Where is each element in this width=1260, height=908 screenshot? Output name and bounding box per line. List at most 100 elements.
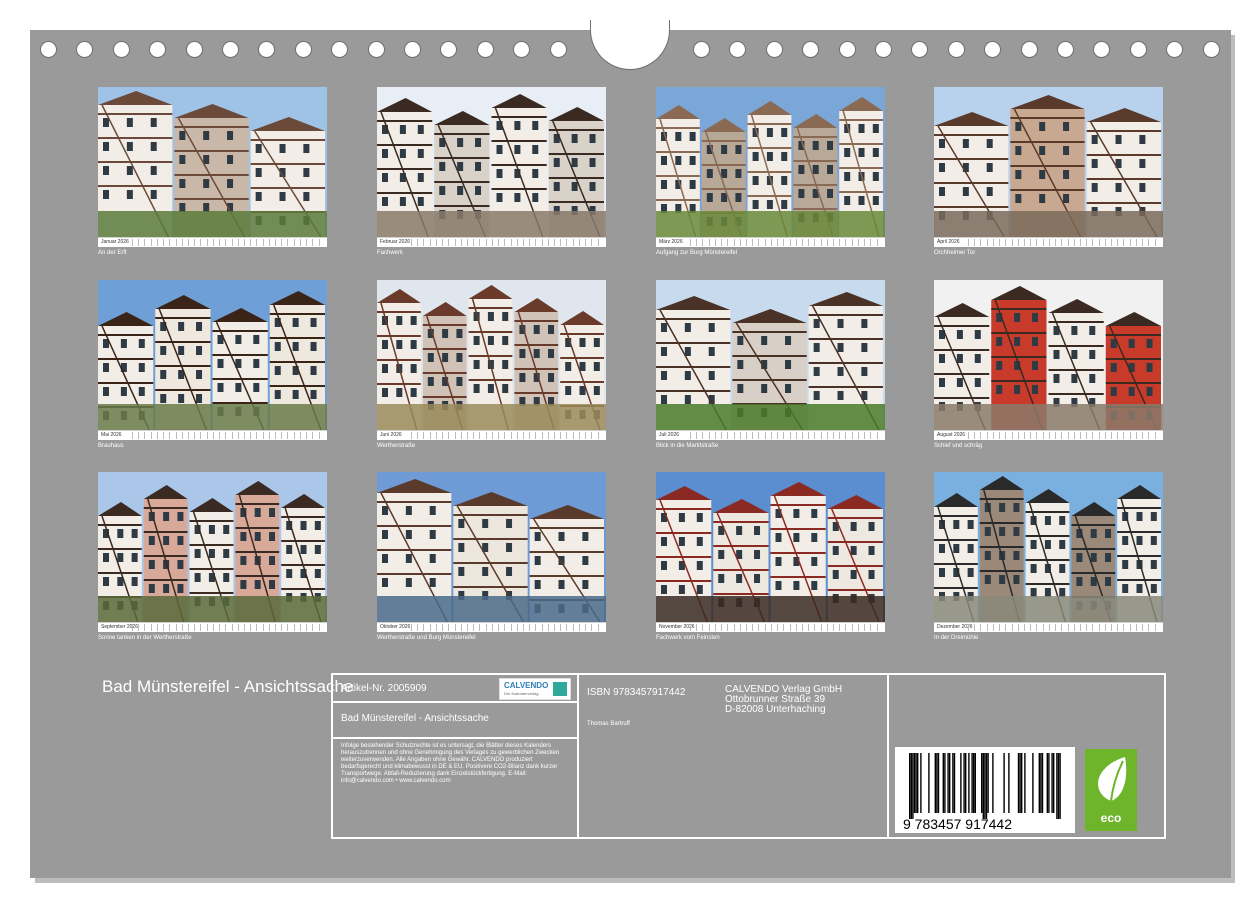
article-number: Artikel-Nr. 2005909	[341, 683, 427, 694]
binding-hole	[404, 41, 421, 58]
month-name: Juli 2026	[659, 432, 680, 438]
month-calendar-strip: Dezember 2026	[934, 622, 1163, 632]
month-tile: April 2026 Orchheimer Tor	[934, 87, 1163, 256]
binding-hole	[222, 41, 239, 58]
month-calendar-strip: Juli 2026	[656, 430, 885, 440]
binding-hole	[1129, 41, 1147, 58]
day-cells	[690, 432, 883, 439]
month-photo-image	[934, 87, 1163, 237]
binding-hole	[875, 41, 892, 58]
month-tile: September 2026 Sonne tanken in der Werthe…	[98, 472, 327, 641]
binding-hole	[440, 41, 458, 58]
month-tile: August 2026 Schief und schräg	[934, 280, 1163, 449]
day-cells	[411, 239, 604, 246]
isbn-barcode: 9 783457 917442	[895, 747, 1075, 833]
month-tile: November 2026 Fachwerk vom Feinsten	[656, 472, 885, 641]
binding-hole	[838, 41, 856, 58]
binding-hole	[367, 41, 385, 58]
month-caption: In der Dreimühle	[934, 635, 979, 641]
month-photo-image	[98, 472, 327, 622]
binding-hole	[40, 41, 57, 58]
month-tile: Mai 2026 Brauhaus	[98, 280, 327, 449]
month-caption: Wertherstraße	[377, 443, 416, 449]
month-photo-image	[656, 472, 885, 622]
binding-hole	[1202, 41, 1220, 58]
month-photo	[934, 280, 1163, 430]
binding-hole	[984, 41, 1002, 58]
binding-hole	[1020, 41, 1038, 58]
binding-hole	[1093, 41, 1111, 58]
binding-hole	[549, 41, 567, 58]
leaf-icon	[1098, 757, 1127, 802]
month-name: Februar 2026	[380, 239, 411, 245]
month-caption: Fachwerk vom Feinsten	[656, 635, 720, 641]
day-cells	[132, 432, 325, 439]
month-photo	[934, 472, 1163, 622]
month-photo-image	[934, 472, 1163, 622]
binding-hole	[185, 41, 203, 58]
month-name: August 2026	[937, 432, 966, 438]
binding-hole	[149, 41, 167, 58]
month-name: März 2026	[659, 239, 683, 245]
month-calendar-strip: Juni 2026	[377, 430, 606, 440]
month-calendar-strip: April 2026	[934, 237, 1163, 247]
binding-hole	[331, 41, 349, 58]
month-caption: Blick in die Marktstraße	[656, 443, 719, 449]
day-cells	[411, 624, 604, 631]
month-caption: Schief und schräg	[934, 443, 983, 449]
barcode-bars: 9 783457 917442	[903, 753, 1061, 832]
month-photo-image	[98, 280, 327, 430]
day-cells	[411, 432, 604, 439]
month-photo-image	[656, 280, 885, 430]
author: Thomas Bartruff	[587, 721, 630, 727]
month-tile: Juli 2026 Blick in die Marktstraße	[656, 280, 885, 449]
cover-title: Bad Münstereifel - Ansichtssache	[102, 677, 354, 696]
binding-hole	[76, 41, 94, 58]
month-photo	[934, 87, 1163, 237]
month-caption: Brauhaus	[98, 443, 124, 449]
month-photo	[656, 87, 885, 237]
day-cells	[690, 239, 883, 246]
month-tile: Juni 2026 Wertherstraße	[377, 280, 606, 449]
month-tile: Februar 2026 Fachwerk	[377, 87, 606, 256]
month-caption: Orchheimer Tor	[934, 250, 976, 256]
month-photo-image	[656, 87, 885, 237]
day-cells	[968, 432, 1161, 439]
month-tile: März 2026 Aufgang zur Burg Münstereifel	[656, 87, 885, 256]
month-photo	[98, 280, 327, 430]
month-name: Januar 2026	[101, 239, 129, 245]
product-info-panel: Artikel-Nr. 2005909 CALVENDO Der Kalende…	[331, 673, 1166, 839]
month-calendar-strip: September 2026	[98, 622, 327, 632]
month-calendar-strip: Mai 2026	[98, 430, 327, 440]
binding-holes	[30, 20, 1231, 70]
month-caption: Fachwerk	[377, 250, 404, 256]
month-photo	[377, 280, 606, 430]
legal-text: Infolge bestehender Schutzrechte ist es …	[341, 743, 560, 784]
month-photo	[377, 472, 606, 622]
month-photo	[98, 87, 327, 237]
month-tile: Januar 2026 An der Erft	[98, 87, 327, 256]
calvendo-logo-subtext: Der Kalenderverlag	[504, 691, 539, 696]
calvendo-logo: CALVENDO Der Kalenderverlag	[499, 678, 571, 700]
month-calendar-strip: August 2026	[934, 430, 1163, 440]
binding-hole	[294, 41, 312, 58]
calvendo-mark-icon	[553, 682, 567, 696]
month-caption: Wertherstraße und Burg Münstereifel	[377, 635, 476, 641]
month-photo	[656, 472, 885, 622]
month-calendar-strip: November 2026	[656, 622, 885, 632]
month-calendar-strip: Oktober 2026	[377, 622, 606, 632]
day-cells	[968, 239, 1161, 246]
hanger-cutout	[590, 20, 670, 70]
binding-hole	[476, 41, 494, 58]
binding-hole	[802, 41, 820, 58]
month-photo-image	[377, 472, 606, 622]
month-photo	[98, 472, 327, 622]
day-cells	[968, 624, 1161, 631]
month-tile: Oktober 2026 Wertherstraße und Burg Münst…	[377, 472, 606, 641]
month-calendar-strip: März 2026	[656, 237, 885, 247]
month-caption: An der Erft	[98, 250, 127, 256]
month-photo-image	[934, 280, 1163, 430]
month-name: Oktober 2026	[380, 624, 411, 630]
binding-hole	[693, 41, 710, 58]
eco-badge: eco	[1085, 749, 1137, 831]
